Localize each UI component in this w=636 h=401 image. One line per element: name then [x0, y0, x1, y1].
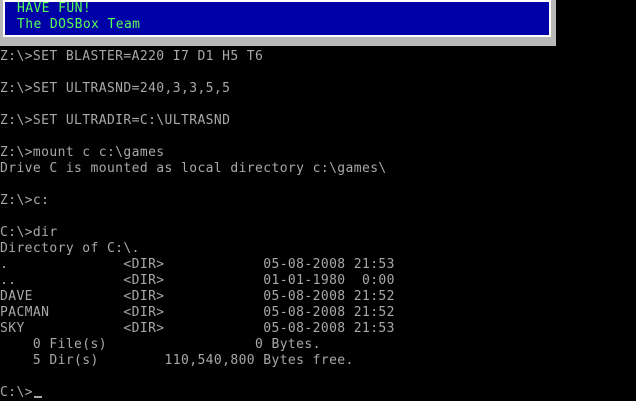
console-line-directory-header: Directory of C:\.	[0, 241, 140, 256]
console-line-change-drive: Z:\>c:	[0, 193, 50, 208]
dir-summary-files: 0 File(s) 0 Bytes.	[0, 337, 321, 352]
text-cursor	[33, 396, 42, 398]
dir-entry-row: SKY <DIR> 05-08-2008 21:53	[0, 321, 395, 336]
console-line-set-ultrasnd: Z:\>SET ULTRASND=240,3,3,5,5	[0, 81, 231, 96]
welcome-banner-panel: HAVE FUN! The DOSBox Team	[3, 0, 551, 37]
console-line-set-ultradir: Z:\>SET ULTRADIR=C:\ULTRASND	[0, 113, 231, 128]
dir-entry-row: PACMAN <DIR> 05-08-2008 21:52	[0, 305, 395, 320]
banner-line-have-fun: HAVE FUN!	[17, 1, 92, 16]
dir-summary-dirs: 5 Dir(s) 110,540,800 Bytes free.	[0, 353, 354, 368]
console-line-set-blaster: Z:\>SET BLASTER=A220 I7 D1 H5 T6	[0, 49, 264, 64]
banner-line-team: The DOSBox Team	[17, 17, 141, 32]
console-output[interactable]: Z:\>SET BLASTER=A220 I7 D1 H5 T6 Z:\>SET…	[0, 49, 395, 401]
dir-entry-row: . <DIR> 05-08-2008 21:53	[0, 257, 395, 272]
console-line-dir-command: C:\>dir	[0, 225, 58, 240]
dir-entry-row: DAVE <DIR> 05-08-2008 21:52	[0, 289, 395, 304]
console-line-mount-result: Drive C is mounted as local directory c:…	[0, 161, 387, 176]
command-prompt: C:\>	[0, 385, 33, 400]
welcome-banner: HAVE FUN! The DOSBox Team	[0, 0, 556, 46]
command-prompt-line[interactable]: C:\>	[0, 385, 395, 401]
dir-entry-row: .. <DIR> 01-01-1980 0:00	[0, 273, 395, 288]
console-line-mount-command: Z:\>mount c c:\games	[0, 145, 165, 160]
